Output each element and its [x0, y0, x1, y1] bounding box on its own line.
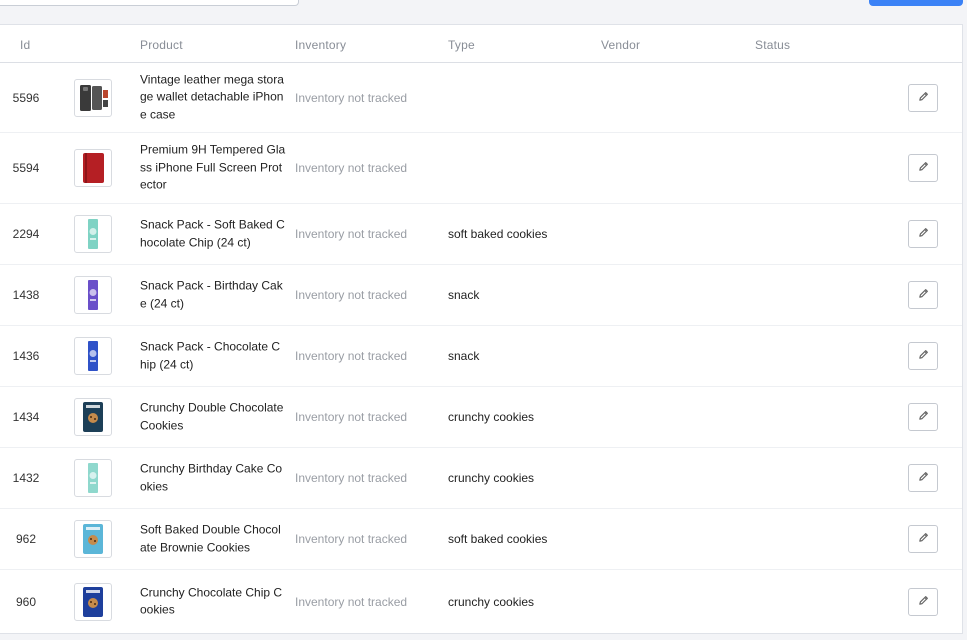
inventory-status: Inventory not tracked — [295, 532, 408, 546]
product-id: 1436 — [12, 349, 40, 363]
edit-button[interactable] — [908, 342, 938, 370]
inventory-status: Inventory not tracked — [295, 288, 408, 302]
primary-action-button[interactable] — [869, 0, 963, 6]
product-id: 960 — [15, 594, 37, 609]
edit-button[interactable] — [908, 403, 938, 431]
table-row[interactable]: 2294 Snack Pack - Soft Baked Chocolate Ch… — [0, 204, 962, 265]
inventory-status: Inventory not tracked — [295, 471, 408, 485]
inventory-status: Inventory not tracked — [295, 161, 408, 175]
product-title[interactable]: Snack Pack - Birthday Cake (24 ct) — [140, 277, 286, 312]
product-thumbnail[interactable] — [74, 215, 112, 253]
table-header: Id Product Inventory Type Vendor Status — [0, 25, 962, 63]
pencil-icon — [918, 595, 929, 609]
inventory-status: Inventory not tracked — [295, 90, 408, 105]
product-id: 5594 — [12, 161, 40, 175]
table-row[interactable]: 1436 Snack Pack - Chocolate Chip (24 ct) I… — [0, 326, 962, 387]
product-id: 1438 — [12, 288, 40, 302]
column-status[interactable]: Status — [755, 38, 790, 52]
product-id: 1434 — [12, 410, 40, 424]
edit-button[interactable] — [908, 83, 938, 112]
product-thumbnail[interactable] — [74, 520, 112, 558]
column-type[interactable]: Type — [448, 38, 475, 52]
table-row[interactable]: 962 Soft Baked Double Chocolate Brownie C… — [0, 509, 962, 570]
inventory-status: Inventory not tracked — [295, 349, 408, 363]
edit-button[interactable] — [908, 154, 938, 182]
inventory-status: Inventory not tracked — [295, 227, 408, 241]
product-id: 2294 — [12, 227, 40, 241]
column-vendor[interactable]: Vendor — [601, 38, 640, 52]
product-title[interactable]: Crunchy Birthday Cake Cookies — [140, 460, 286, 495]
inventory-status: Inventory not tracked — [295, 594, 408, 609]
table-row[interactable]: 1438 Snack Pack - Birthday Cake (24 ct) In… — [0, 265, 962, 326]
pencil-icon — [918, 471, 929, 485]
product-type: crunchy cookies — [448, 410, 535, 424]
pencil-icon — [918, 288, 929, 302]
pencil-icon — [918, 227, 929, 241]
table-row[interactable]: 5594 Premium 9H Tempered Glass iPhone Ful… — [0, 133, 962, 204]
edit-button[interactable] — [908, 220, 938, 248]
product-thumbnail[interactable] — [74, 337, 112, 375]
product-type: soft baked cookies — [448, 532, 548, 546]
product-type: soft baked cookies — [448, 227, 548, 241]
search-input[interactable] — [0, 0, 256, 6]
product-type: snack — [448, 288, 480, 302]
product-title[interactable]: Premium 9H Tempered Glass iPhone Full Sc… — [140, 142, 286, 195]
inventory-status: Inventory not tracked — [295, 410, 408, 424]
product-thumbnail[interactable] — [74, 459, 112, 497]
product-thumbnail[interactable] — [74, 149, 112, 187]
edit-button[interactable] — [908, 587, 938, 616]
product-title[interactable]: Crunchy Chocolate Chip Cookies — [140, 584, 286, 619]
product-title[interactable]: Snack Pack - Chocolate Chip (24 ct) — [140, 338, 286, 373]
product-id: 1432 — [12, 471, 40, 485]
pencil-icon — [918, 532, 929, 546]
product-type: snack — [448, 349, 480, 363]
edit-button[interactable] — [908, 281, 938, 309]
product-thumbnail[interactable] — [74, 276, 112, 314]
pencil-icon — [918, 161, 929, 175]
edit-button[interactable] — [908, 525, 938, 553]
table-row[interactable]: 1432 Crunchy Birthday Cake Cookies Invento… — [0, 448, 962, 509]
product-title[interactable]: Soft Baked Double Chocolate Brownie Cook… — [140, 521, 286, 556]
table-row[interactable]: 5596 Vintage leather mega storage wallet … — [0, 63, 962, 133]
product-title[interactable]: Crunchy Double Chocolate Cookies — [140, 399, 286, 434]
product-title[interactable]: Snack Pack - Soft Baked Chocolate Chip (… — [140, 216, 286, 251]
search-button[interactable] — [255, 0, 299, 6]
pencil-icon — [918, 91, 929, 105]
product-title[interactable]: Vintage leather mega storage wallet deta… — [140, 71, 286, 124]
pencil-icon — [918, 349, 929, 363]
table-row[interactable]: 1434 Crunchy Double Chocolate Cookies Inve… — [0, 387, 962, 448]
pencil-icon — [918, 410, 929, 424]
product-thumbnail[interactable] — [74, 582, 112, 621]
product-id: 5596 — [12, 90, 40, 105]
column-product[interactable]: Product — [140, 38, 183, 52]
table-row[interactable]: 960 Crunchy Chocolate Chip Cookies Invento… — [0, 570, 962, 633]
product-thumbnail[interactable] — [74, 78, 112, 117]
edit-button[interactable] — [908, 464, 938, 492]
product-thumbnail[interactable] — [74, 398, 112, 436]
column-inventory[interactable]: Inventory — [295, 38, 346, 52]
product-id: 962 — [15, 532, 37, 546]
column-id[interactable]: Id — [20, 38, 30, 52]
product-table: Id Product Inventory Type Vendor Status … — [0, 24, 963, 634]
product-type: crunchy cookies — [448, 471, 535, 485]
product-type: crunchy cookies — [448, 594, 535, 609]
